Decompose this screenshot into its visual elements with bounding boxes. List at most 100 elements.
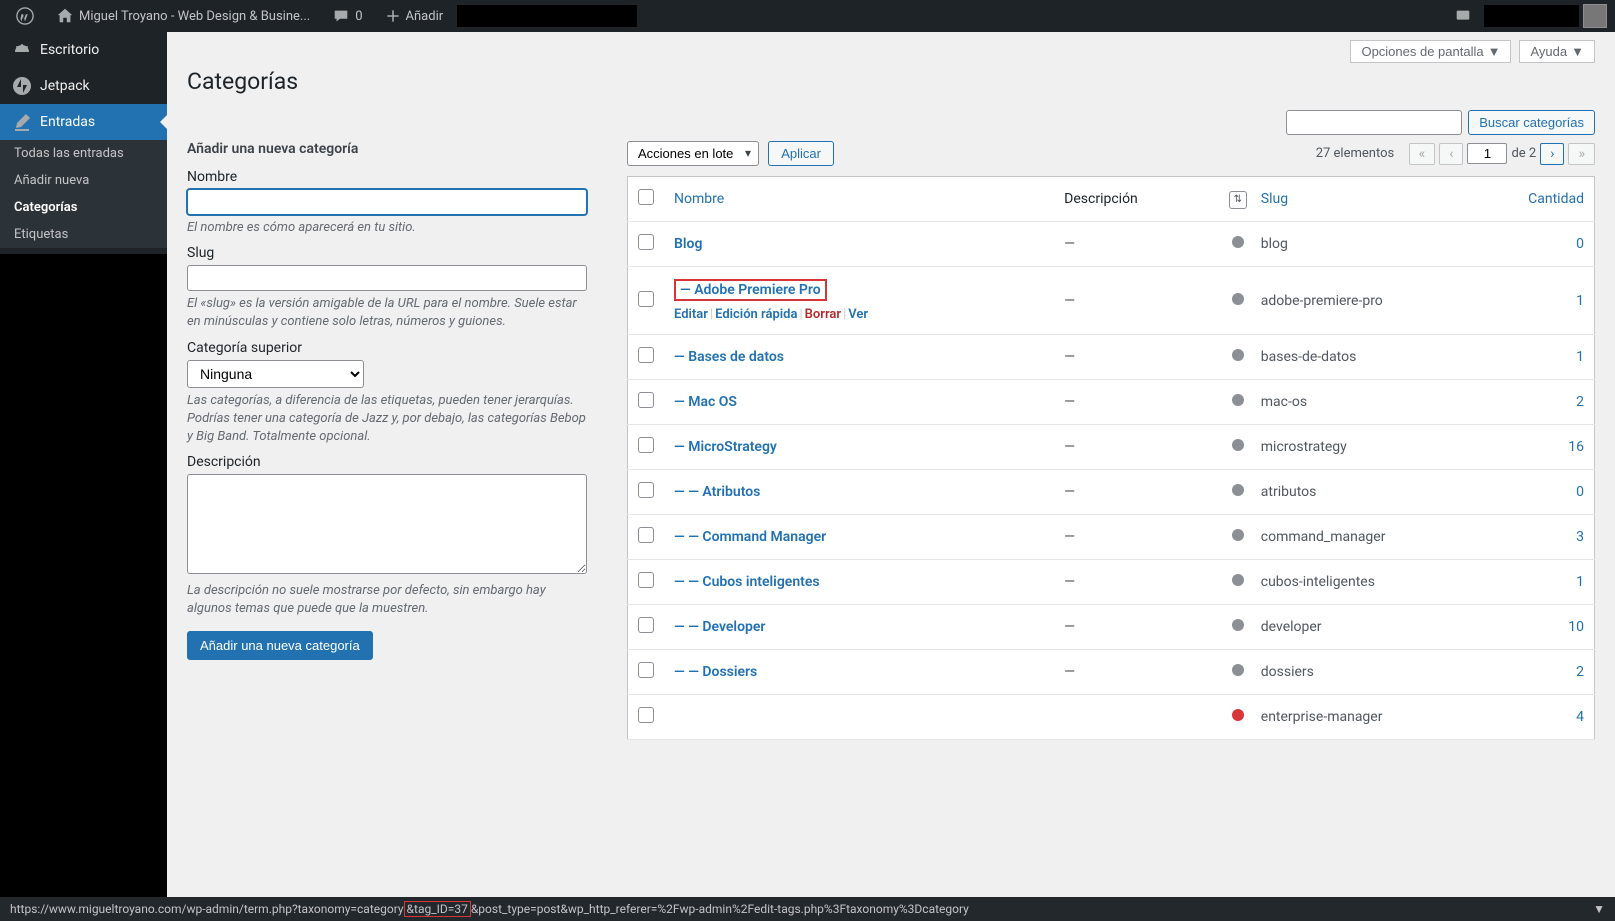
cell-dot <box>1225 605 1251 650</box>
parent-select[interactable]: Ninguna <box>187 360 364 388</box>
cell-name[interactable]: — — Atributos <box>664 470 1054 515</box>
cell-name[interactable]: — Adobe Premiere ProEditar|Edición rápid… <box>664 267 1054 335</box>
page-next[interactable]: › <box>1540 143 1564 165</box>
site-link[interactable]: Miguel Troyano - Web Design & Busine... <box>48 7 318 25</box>
cell-count[interactable]: 4 <box>1515 695 1595 740</box>
apply-button[interactable]: Aplicar <box>768 141 834 166</box>
sub-tags[interactable]: Etiquetas <box>0 221 167 248</box>
cell-dot <box>1225 695 1251 740</box>
cell-dot <box>1225 650 1251 695</box>
cell-count[interactable]: 16 <box>1515 425 1595 470</box>
cell-count[interactable]: 2 <box>1515 380 1595 425</box>
cell-dot <box>1225 380 1251 425</box>
row-checkbox[interactable] <box>638 347 654 363</box>
menu-posts[interactable]: Entradas <box>0 104 167 140</box>
cell-desc: — <box>1054 605 1225 650</box>
sub-add-new[interactable]: Añadir nueva <box>0 167 167 194</box>
cell-desc: — <box>1054 470 1225 515</box>
table-row: — — Dossiers — dossiers 2 <box>628 650 1595 695</box>
categories-table: Nombre Descripción ⇅ Slug Cantidad Blog … <box>627 176 1595 740</box>
comments-link[interactable]: 0 <box>324 7 370 25</box>
row-checkbox[interactable] <box>638 662 654 678</box>
cell-name[interactable]: Blog <box>664 222 1054 267</box>
status-url-mid: &tag_ID=37 <box>404 901 471 917</box>
cell-slug: dossiers <box>1251 650 1515 695</box>
row-checkbox[interactable] <box>638 291 654 307</box>
help-button[interactable]: Ayuda ▼ <box>1519 40 1595 63</box>
cell-name[interactable] <box>664 695 1054 740</box>
cell-count[interactable]: 1 <box>1515 267 1595 335</box>
select-all[interactable] <box>638 189 654 205</box>
slug-help: El «slug» es la versión amigable de la U… <box>187 295 587 331</box>
add-new[interactable]: Añadir <box>377 8 452 24</box>
name-field[interactable] <box>187 189 587 215</box>
col-desc[interactable]: Descripción <box>1054 177 1225 222</box>
wp-logo[interactable] <box>8 7 42 25</box>
cell-slug: microstrategy <box>1251 425 1515 470</box>
cell-count[interactable]: 2 <box>1515 650 1595 695</box>
cell-slug: bases-de-datos <box>1251 335 1515 380</box>
cell-name[interactable]: — — Cubos inteligentes <box>664 560 1054 605</box>
sub-all-posts[interactable]: Todas las entradas <box>0 140 167 167</box>
slug-label: Slug <box>187 245 587 261</box>
cell-name[interactable]: — — Dossiers <box>664 650 1054 695</box>
status-caret: ▼ <box>1593 902 1605 916</box>
cell-desc: — <box>1054 425 1225 470</box>
row-checkbox[interactable] <box>638 707 654 723</box>
row-checkbox[interactable] <box>638 572 654 588</box>
screen-options-button[interactable]: Opciones de pantalla ▼ <box>1350 40 1511 63</box>
desc-help: La descripción no suele mostrarse por de… <box>187 582 587 618</box>
menu-jetpack[interactable]: Jetpack <box>0 68 167 104</box>
cell-name[interactable]: — — Command Manager <box>664 515 1054 560</box>
notifications-icon[interactable] <box>1446 7 1480 25</box>
cell-count[interactable]: 1 <box>1515 560 1595 605</box>
cell-name[interactable]: — Bases de datos <box>664 335 1054 380</box>
cell-count[interactable]: 10 <box>1515 605 1595 650</box>
row-actions: Editar|Edición rápida|Borrar|Ver <box>674 307 1044 322</box>
submenu-posts: Todas las entradas Añadir nueva Categorí… <box>0 140 167 248</box>
col-count[interactable]: Cantidad <box>1515 177 1595 222</box>
cell-name[interactable]: — MicroStrategy <box>664 425 1054 470</box>
cell-slug: mac-os <box>1251 380 1515 425</box>
table-row: — Mac OS — mac-os 2 <box>628 380 1595 425</box>
col-slug[interactable]: Slug <box>1251 177 1515 222</box>
parent-label: Categoría superior <box>187 340 587 356</box>
avatar[interactable] <box>1583 4 1607 28</box>
page-current[interactable] <box>1467 143 1507 164</box>
col-name[interactable]: Nombre <box>664 177 1054 222</box>
cell-slug: blog <box>1251 222 1515 267</box>
bulk-actions-select[interactable]: Acciones en lote <box>627 141 759 166</box>
search-button[interactable]: Buscar categorías <box>1468 110 1595 135</box>
action-delete[interactable]: Borrar <box>805 307 841 322</box>
row-checkbox[interactable] <box>638 482 654 498</box>
admin-sidebar: Escritorio Jetpack Entradas Todas las en… <box>0 32 167 897</box>
cell-name[interactable]: — — Developer <box>664 605 1054 650</box>
menu-dashboard[interactable]: Escritorio <box>0 32 167 68</box>
cell-name[interactable]: — Mac OS <box>664 380 1054 425</box>
table-row: — Bases de datos — bases-de-datos 1 <box>628 335 1595 380</box>
action-view[interactable]: Ver <box>848 307 868 322</box>
cell-slug: atributos <box>1251 470 1515 515</box>
col-status-icon[interactable]: ⇅ <box>1225 177 1251 222</box>
statusbar: https://www.migueltroyano.com/wp-admin/t… <box>0 897 1615 921</box>
submit-button[interactable]: Añadir una nueva categoría <box>187 631 373 660</box>
cell-count[interactable]: 3 <box>1515 515 1595 560</box>
row-checkbox[interactable] <box>638 234 654 250</box>
cell-slug: command_manager <box>1251 515 1515 560</box>
cell-count[interactable]: 0 <box>1515 222 1595 267</box>
row-checkbox[interactable] <box>638 437 654 453</box>
sub-categories[interactable]: Categorías <box>0 194 167 221</box>
desc-field[interactable] <box>187 474 587 574</box>
cell-count[interactable]: 0 <box>1515 470 1595 515</box>
action-edit[interactable]: Editar <box>674 307 708 322</box>
row-checkbox[interactable] <box>638 617 654 633</box>
row-checkbox[interactable] <box>638 527 654 543</box>
cell-dot <box>1225 515 1251 560</box>
row-checkbox[interactable] <box>638 392 654 408</box>
search-input[interactable] <box>1286 110 1462 135</box>
cell-desc: — <box>1054 560 1225 605</box>
cell-count[interactable]: 1 <box>1515 335 1595 380</box>
cell-dot <box>1225 335 1251 380</box>
action-quick[interactable]: Edición rápida <box>715 307 797 322</box>
slug-field[interactable] <box>187 265 587 291</box>
